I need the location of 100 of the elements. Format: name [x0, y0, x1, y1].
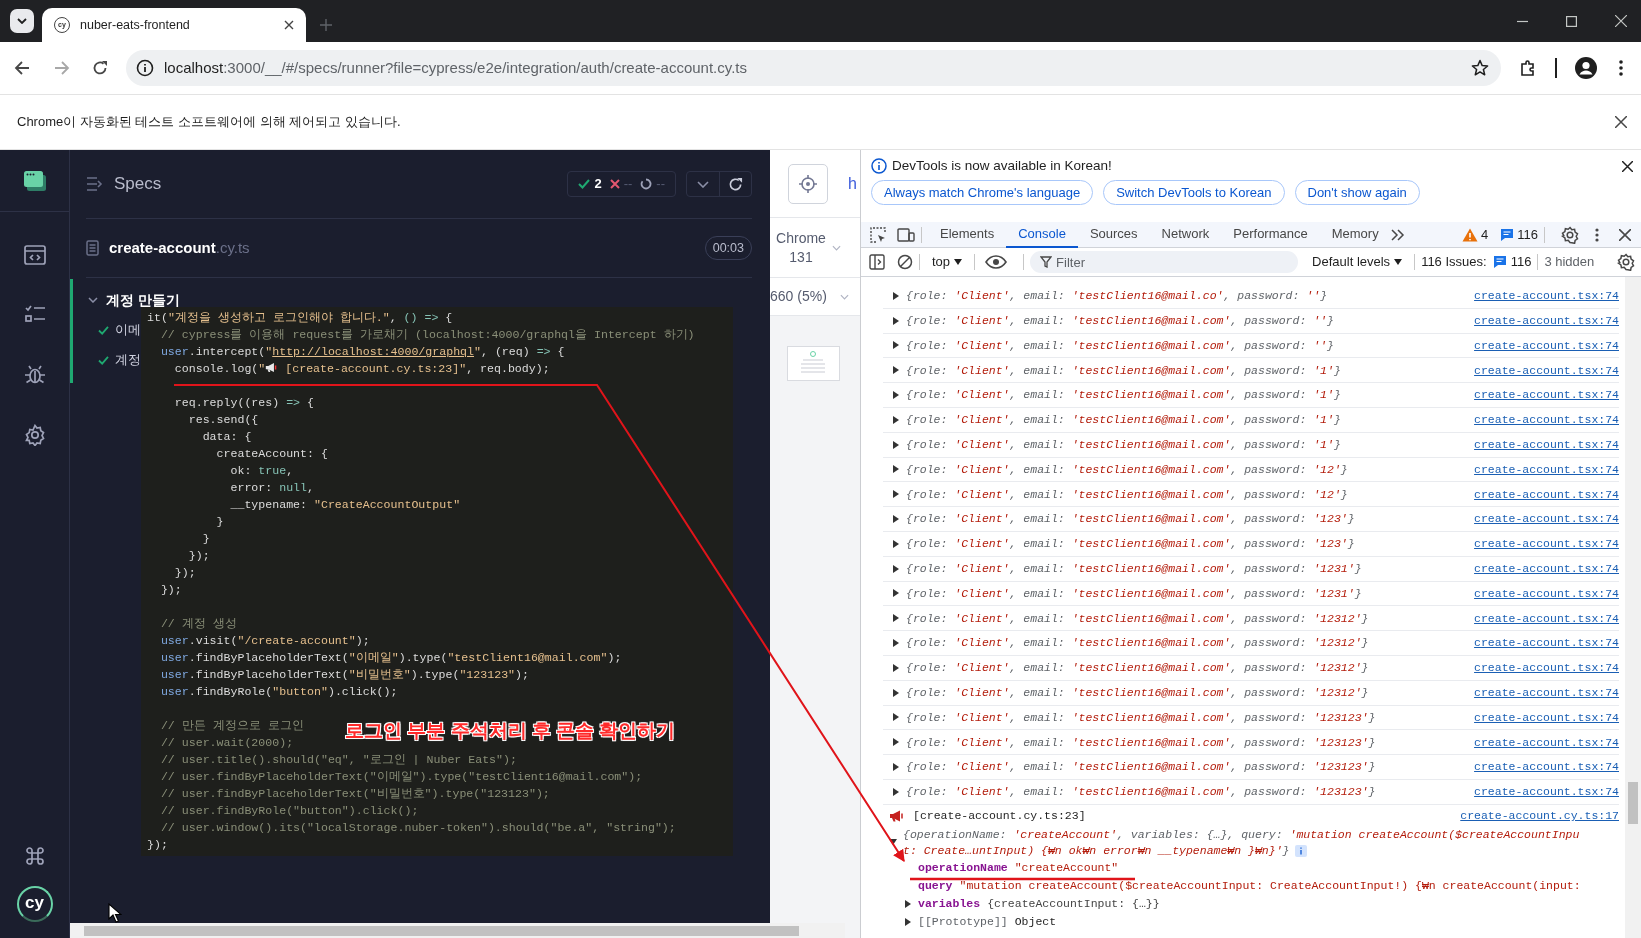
disclosure-triangle-icon[interactable]: [892, 366, 900, 375]
disclosure-triangle-icon[interactable]: [892, 415, 900, 424]
selector-button[interactable]: [788, 163, 828, 204]
device-toolbar-icon[interactable]: [897, 225, 915, 244]
source-link[interactable]: create-account.tsx:74: [1474, 436, 1619, 454]
source-link[interactable]: create-account.tsx:74: [1474, 634, 1619, 652]
disclosure-triangle-icon[interactable]: [904, 899, 912, 908]
tab-search-button[interactable]: [10, 9, 34, 33]
sidebar-icon[interactable]: [869, 254, 885, 270]
profile-icon[interactable]: [1575, 57, 1597, 79]
devtools-tab[interactable]: Network: [1149, 221, 1222, 248]
source-link[interactable]: create-account.tsx:74: [1474, 684, 1619, 702]
settings-icon[interactable]: [1561, 225, 1579, 244]
chevron-down-icon[interactable]: [88, 297, 98, 303]
disclosure-triangle-icon[interactable]: [892, 564, 900, 573]
scrollbar[interactable]: [1625, 277, 1641, 938]
source-link[interactable]: create-account.tsx:74: [1474, 510, 1619, 528]
inspect-element-icon[interactable]: [869, 225, 887, 244]
disclosure-triangle-icon[interactable]: [889, 837, 897, 846]
disclosure-triangle-icon[interactable]: [892, 713, 900, 722]
command-key-icon[interactable]: [24, 846, 45, 866]
close-icon[interactable]: [1615, 116, 1627, 128]
disclosure-triangle-icon[interactable]: [892, 539, 900, 548]
source-link[interactable]: create-account.tsx:74: [1474, 411, 1619, 429]
more-tabs-icon[interactable]: [1390, 228, 1405, 241]
source-link[interactable]: create-account.cy.ts:17: [1460, 807, 1619, 825]
checklist-icon[interactable]: [23, 304, 46, 324]
devtools-tab[interactable]: Console: [1006, 221, 1078, 248]
source-link[interactable]: create-account.tsx:74: [1474, 361, 1619, 379]
source-link[interactable]: create-account.tsx:74: [1474, 609, 1619, 627]
source-link[interactable]: create-account.tsx:74: [1474, 287, 1619, 305]
suite-title[interactable]: 계정 만들기: [106, 289, 180, 311]
scrollbar[interactable]: [70, 923, 845, 938]
eye-icon[interactable]: [985, 255, 1008, 269]
source-link[interactable]: create-account.tsx:74: [1474, 336, 1619, 355]
source-link[interactable]: create-account.tsx:74: [1474, 485, 1619, 503]
disclosure-triangle-icon[interactable]: [892, 341, 900, 350]
source-link[interactable]: create-account.tsx:74: [1474, 783, 1619, 801]
close-icon[interactable]: [1622, 160, 1633, 172]
disclosure-triangle-icon[interactable]: [892, 291, 900, 300]
test-title[interactable]: 계정: [115, 350, 141, 370]
devtools-tab[interactable]: Sources: [1077, 221, 1150, 248]
plus-icon[interactable]: [320, 19, 332, 31]
info-icon[interactable]: [136, 59, 154, 77]
disclosure-triangle-icon[interactable]: [892, 465, 900, 474]
notice-button[interactable]: Always match Chrome's language: [871, 180, 1094, 206]
clear-console-icon[interactable]: [897, 254, 913, 270]
source-link[interactable]: create-account.tsx:74: [1474, 758, 1619, 776]
app-window-icon[interactable]: [22, 169, 47, 192]
browser-code-icon[interactable]: [23, 245, 46, 265]
source-link[interactable]: create-account.tsx:74: [1474, 584, 1619, 603]
message-icon[interactable]: [1500, 227, 1515, 242]
filter-field[interactable]: Filter: [1030, 251, 1299, 273]
kebab-menu-icon[interactable]: [1595, 227, 1599, 242]
source-link[interactable]: create-account.tsx:74: [1474, 312, 1619, 330]
source-link[interactable]: create-account.tsx:74: [1474, 733, 1619, 751]
close-icon[interactable]: [284, 20, 294, 30]
disclosure-triangle-icon[interactable]: [892, 589, 900, 598]
specs-list-icon[interactable]: [86, 177, 104, 191]
source-link[interactable]: create-account.tsx:74: [1474, 386, 1619, 404]
bug-icon[interactable]: [23, 363, 46, 385]
back-icon[interactable]: [14, 60, 30, 76]
disclosure-triangle-icon[interactable]: [892, 663, 900, 672]
disclosure-triangle-icon[interactable]: [892, 391, 900, 400]
disclosure-triangle-icon[interactable]: [892, 639, 900, 648]
disclosure-triangle-icon[interactable]: [892, 490, 900, 499]
disclosure-triangle-icon[interactable]: [892, 614, 900, 623]
source-link[interactable]: create-account.tsx:74: [1474, 708, 1619, 727]
settings-icon[interactable]: [23, 424, 46, 446]
warning-icon[interactable]: [1462, 227, 1479, 242]
levels-dropdown[interactable]: Default levels: [1306, 252, 1409, 272]
disclosure-triangle-icon[interactable]: [892, 515, 900, 524]
disclosure-triangle-icon[interactable]: [892, 688, 900, 697]
puzzle-icon[interactable]: [1519, 59, 1537, 77]
source-link[interactable]: create-account.tsx:74: [1474, 659, 1619, 677]
source-link[interactable]: create-account.tsx:74: [1474, 560, 1619, 578]
devtools-tab[interactable]: Memory: [1319, 221, 1391, 248]
disclosure-triangle-icon[interactable]: [892, 440, 900, 449]
close-icon[interactable]: [1619, 228, 1631, 241]
disclosure-triangle-icon[interactable]: [892, 316, 900, 325]
disclosure-triangle-icon[interactable]: [892, 763, 900, 772]
source-link[interactable]: create-account.tsx:74: [1474, 535, 1619, 553]
address-bar[interactable]: localhost:3000/__/#/specs/runner?file=cypress/e2e/integration/auth/create-account.cy.ts: [126, 50, 1501, 86]
disclosure-triangle-icon[interactable]: [892, 738, 900, 747]
disclosure-triangle-icon[interactable]: [904, 917, 912, 926]
devtools-tab[interactable]: Performance: [1221, 221, 1320, 248]
devtools-tab[interactable]: Elements: [928, 221, 1007, 248]
source-link[interactable]: create-account.tsx:74: [1474, 460, 1619, 479]
code-line: ok: true,: [229, 463, 294, 479]
notice-button[interactable]: Don't show again: [1294, 180, 1420, 206]
maximize-icon[interactable]: [1566, 15, 1577, 27]
disclosure-triangle-icon[interactable]: [892, 787, 900, 796]
notice-button[interactable]: Switch DevTools to Korean: [1103, 180, 1285, 206]
reload-icon[interactable]: [92, 60, 108, 76]
star-icon[interactable]: [1471, 59, 1489, 77]
cypress-logo[interactable]: cy: [16, 886, 53, 922]
settings-icon[interactable]: [1617, 253, 1635, 271]
context-dropdown[interactable]: top: [926, 252, 969, 272]
kebab-menu-icon[interactable]: [1619, 60, 1623, 76]
test-title[interactable]: 이메: [115, 320, 141, 340]
